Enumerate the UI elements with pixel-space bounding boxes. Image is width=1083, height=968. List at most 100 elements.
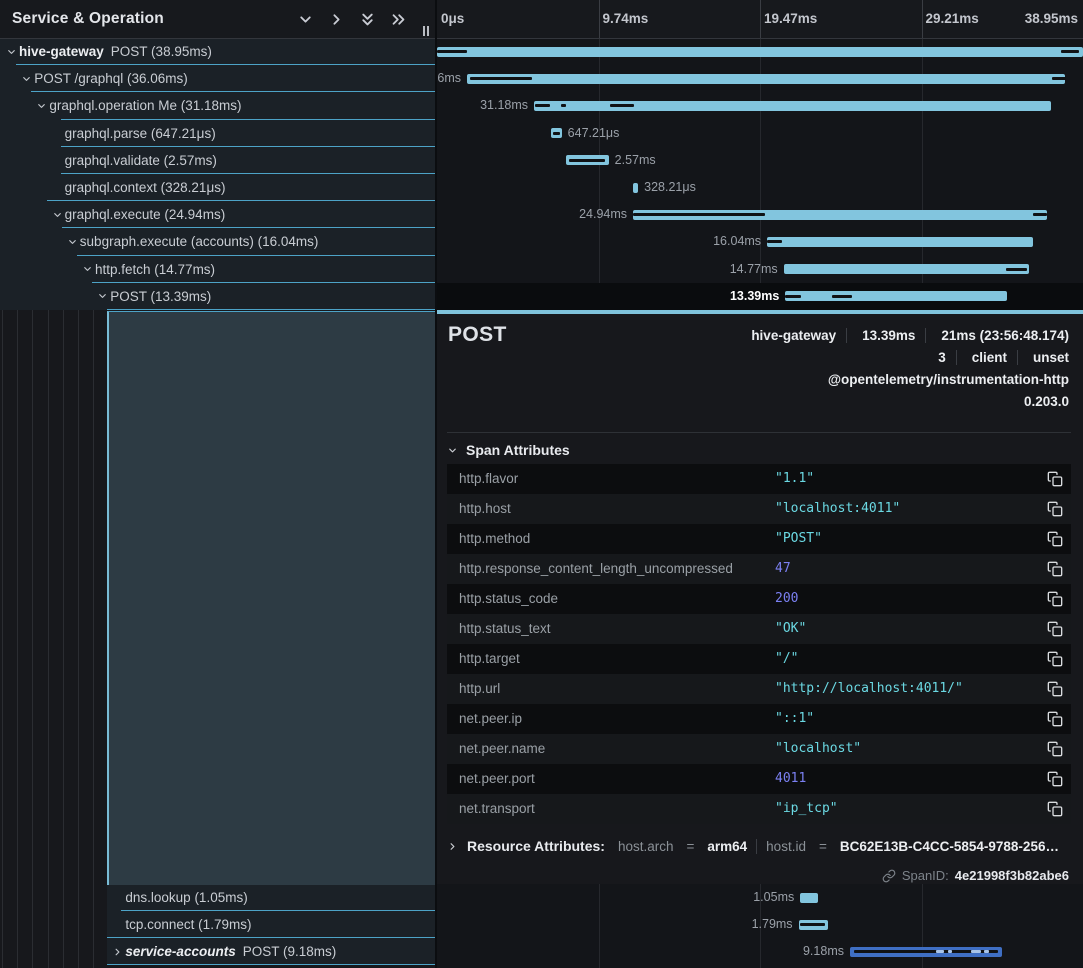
chevron-down-icon[interactable]: [36, 100, 47, 111]
timeline-row[interactable]: 13.39ms: [437, 283, 1083, 310]
tree-row[interactable]: tcp.connect (1.79ms): [107, 911, 435, 938]
tree-row[interactable]: graphql.execute (24.94ms): [0, 201, 435, 228]
copy-icon[interactable]: [1047, 651, 1063, 667]
chevron-down-icon[interactable]: [67, 236, 78, 247]
double-chevron-right-icon[interactable]: [390, 11, 407, 28]
span-duration-label: 36.06ms: [437, 65, 461, 92]
tree-row[interactable]: service-accounts POST (9.18ms): [107, 938, 435, 965]
timeline-row[interactable]: 2.57ms: [437, 147, 1083, 174]
span-timeline-bottom: 1.05ms1.79ms9.18ms: [437, 884, 1083, 968]
span-meta-line-4: 0.203.0: [1019, 394, 1069, 409]
chevron-down-icon[interactable]: [297, 11, 314, 28]
timeline-row[interactable]: 328.21μs: [437, 174, 1083, 201]
chevron-down-icon[interactable]: [97, 291, 108, 302]
span-bar-mark: [553, 132, 560, 135]
chevron-right-icon[interactable]: [112, 946, 123, 957]
span-row-label: graphql.execute (24.94ms): [65, 201, 226, 228]
span-bar[interactable]: [566, 155, 609, 165]
operation-name: POST (9.18ms): [243, 944, 337, 959]
copy-icon[interactable]: [1047, 591, 1063, 607]
timeline-row[interactable]: 1.05ms: [437, 884, 1083, 911]
resource-attributes-heading: Resource Attributes:: [467, 838, 605, 854]
chevron-down-icon[interactable]: [82, 264, 93, 275]
timeline-row[interactable]: 1.79ms: [437, 911, 1083, 938]
tree-row[interactable]: dns.lookup (1.05ms): [107, 884, 435, 911]
copy-icon[interactable]: [1047, 561, 1063, 577]
span-bar-mark: [470, 77, 531, 80]
tree-row[interactable]: graphql.context (328.21μs): [0, 174, 435, 201]
timeline-row[interactable]: 36.06ms: [437, 65, 1083, 92]
span-bar[interactable]: [800, 893, 817, 903]
span-bar-light-mark: [936, 950, 944, 953]
span-attributes-toggle[interactable]: Span Attributes: [447, 442, 570, 458]
meta-label: 21ms (23:56:48.174): [936, 328, 1069, 343]
operation-name: graphql.operation Me (31.18ms): [49, 98, 241, 113]
tree-row[interactable]: subgraph.execute (accounts) (16.04ms): [0, 228, 435, 255]
span-row-label: http.fetch (14.77ms): [95, 256, 215, 283]
span-id-row: SpanID: 4e21998f3b82abe6: [882, 868, 1069, 883]
timeline-row[interactable]: 16.04ms: [437, 228, 1083, 255]
span-bar-mark: [437, 50, 467, 53]
tree-row[interactable]: hive-gatewayPOST (38.95ms): [0, 38, 435, 65]
span-bar[interactable]: [850, 947, 1002, 957]
tree-row[interactable]: POST /graphql (36.06ms): [0, 65, 435, 92]
tree-row[interactable]: graphql.operation Me (31.18ms): [0, 92, 435, 119]
attribute-key: net.peer.ip: [459, 704, 522, 734]
span-bar-mark: [785, 295, 801, 298]
span-attributes-heading: Span Attributes: [466, 442, 570, 458]
copy-icon[interactable]: [1047, 801, 1063, 817]
span-bar[interactable]: [534, 101, 1051, 111]
copy-icon[interactable]: [1047, 681, 1063, 697]
copy-icon[interactable]: [1047, 501, 1063, 517]
span-bar[interactable]: [784, 264, 1029, 274]
resource-attributes-toggle[interactable]: Resource Attributes: host.arch=arm64host…: [447, 838, 1059, 854]
tree-row[interactable]: http.fetch (14.77ms): [0, 256, 435, 283]
span-bar[interactable]: [767, 237, 1033, 247]
service-operation-header: Service & Operation: [0, 0, 435, 39]
timeline-row[interactable]: 9.18ms: [437, 938, 1083, 965]
span-bar[interactable]: [437, 47, 1083, 57]
timeline-ruler: 0μs9.74ms19.47ms29.21ms38.95ms: [437, 0, 1083, 39]
span-duration-label: 2.57ms: [615, 147, 656, 174]
timeline-row[interactable]: 14.77ms: [437, 256, 1083, 283]
detail-divider: [447, 432, 1071, 433]
timeline-row[interactable]: 647.21μs: [437, 120, 1083, 147]
attribute-row: http.status_text"OK": [447, 614, 1071, 644]
copy-icon[interactable]: [1047, 531, 1063, 547]
panel-resize-handle[interactable]: [423, 26, 429, 36]
span-bar[interactable]: [799, 920, 829, 930]
chevron-down-icon[interactable]: [6, 46, 17, 57]
tree-row[interactable]: graphql.validate (2.57ms): [0, 147, 435, 174]
copy-icon[interactable]: [1047, 741, 1063, 757]
copy-icon[interactable]: [1047, 621, 1063, 637]
service-name: service-accounts: [125, 944, 235, 959]
timeline-row[interactable]: 31.18ms: [437, 92, 1083, 119]
span-bar[interactable]: [785, 291, 1007, 301]
link-icon[interactable]: [882, 869, 896, 883]
span-bar[interactable]: [551, 128, 562, 138]
resource-value: arm64: [707, 839, 747, 854]
meta-separator: [756, 839, 757, 854]
operation-name: tcp.connect (1.79ms): [125, 917, 251, 932]
attribute-row: http.status_code200: [447, 584, 1071, 614]
copy-icon[interactable]: [1047, 771, 1063, 787]
panel-divider[interactable]: [435, 0, 437, 968]
span-bar[interactable]: [633, 210, 1047, 220]
tree-row[interactable]: POST (13.39ms): [0, 283, 435, 310]
timeline-row[interactable]: 38.95ms: [437, 38, 1083, 65]
copy-icon[interactable]: [1047, 471, 1063, 487]
span-bar[interactable]: [633, 183, 638, 193]
tree-row[interactable]: graphql.parse (647.21μs): [0, 120, 435, 147]
chevron-down-icon[interactable]: [52, 209, 63, 220]
double-chevron-down-icon[interactable]: [359, 11, 376, 28]
span-bar[interactable]: [467, 74, 1065, 84]
attribute-value: "::1": [775, 704, 814, 734]
ruler-tick-label: 19.47ms: [764, 0, 817, 38]
timeline-row[interactable]: 24.94ms: [437, 201, 1083, 228]
copy-icon[interactable]: [1047, 711, 1063, 727]
chevron-right-icon[interactable]: [328, 11, 345, 28]
ruler-gridline: [922, 0, 923, 38]
span-duration-label: 16.04ms: [713, 228, 761, 255]
attribute-key: http.host: [459, 494, 511, 524]
chevron-down-icon[interactable]: [21, 73, 32, 84]
